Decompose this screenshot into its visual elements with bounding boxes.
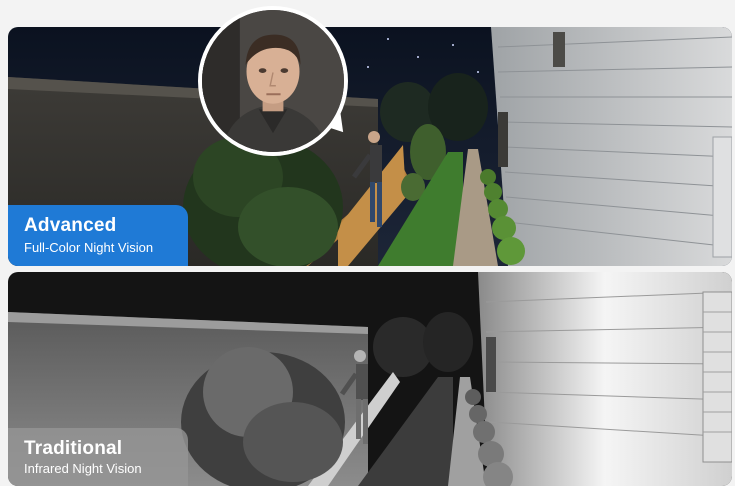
- face-closeup-icon: [198, 6, 348, 156]
- traditional-subtitle: Infrared Night Vision: [24, 461, 142, 476]
- face-closeup-illustration: [202, 10, 344, 152]
- traditional-title: Traditional: [24, 438, 123, 459]
- advanced-title: Advanced: [24, 215, 117, 236]
- full-color-night-vision-panel: Advanced Full-Color Night Vision: [8, 27, 732, 266]
- infrared-night-vision-panel: Traditional Infrared Night Vision: [8, 272, 732, 486]
- traditional-label-badge: Traditional Infrared Night Vision: [8, 428, 188, 486]
- advanced-label-badge: Advanced Full-Color Night Vision: [8, 205, 188, 266]
- advanced-subtitle: Full-Color Night Vision: [24, 240, 154, 255]
